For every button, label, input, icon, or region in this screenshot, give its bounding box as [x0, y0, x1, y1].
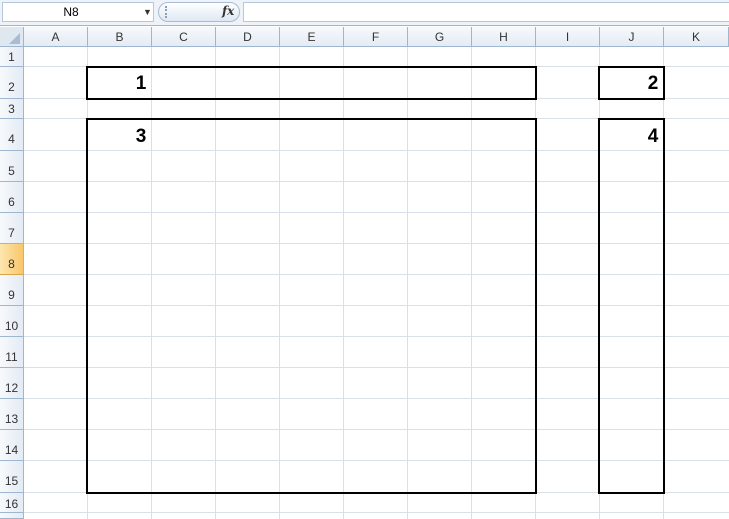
column-header-d[interactable]: D	[216, 27, 280, 47]
row-header-17-partial[interactable]	[0, 513, 24, 519]
formula-input[interactable]	[243, 2, 729, 22]
column-header-b[interactable]: B	[88, 27, 152, 47]
row-header-13[interactable]: 13	[0, 399, 24, 430]
insert-function-icon[interactable]: fx	[222, 4, 234, 18]
row-header-9[interactable]: 9	[0, 275, 24, 306]
row-header-5[interactable]: 5	[0, 151, 24, 182]
row-header-12[interactable]: 12	[0, 368, 24, 399]
grip-icon[interactable]	[165, 6, 171, 18]
column-header-a[interactable]: A	[24, 27, 88, 47]
select-all-triangle-icon	[9, 33, 20, 44]
box-label-4: 4	[647, 126, 659, 147]
row-header-8[interactable]: 8	[0, 244, 24, 275]
name-box-value: N8	[63, 5, 79, 19]
row-header-1[interactable]: 1	[0, 47, 24, 67]
column-header-i[interactable]: I	[536, 27, 600, 47]
select-all-button[interactable]	[0, 27, 24, 47]
row-header-7[interactable]: 7	[0, 213, 24, 244]
row-header-3[interactable]: 3	[0, 99, 24, 119]
row-header-11[interactable]: 11	[0, 337, 24, 368]
name-box[interactable]: N8 ▼	[2, 2, 154, 22]
row-header-6[interactable]: 6	[0, 182, 24, 213]
row-header-14[interactable]: 14	[0, 430, 24, 461]
grid-line-horizontal	[24, 512, 729, 513]
box-label-1: 1	[135, 73, 147, 94]
bordered-range-1[interactable]	[86, 66, 537, 100]
row-header-16[interactable]: 16	[0, 493, 24, 513]
row-header-10[interactable]: 10	[0, 306, 24, 337]
fx-area: fx	[158, 2, 240, 22]
column-header-h[interactable]: H	[472, 27, 536, 47]
row-header-4[interactable]: 4	[0, 119, 24, 151]
column-header-e[interactable]: E	[280, 27, 344, 47]
column-header-g[interactable]: G	[408, 27, 472, 47]
formula-bar: N8 ▼ fx	[0, 0, 729, 26]
bordered-range-4[interactable]	[598, 118, 665, 494]
box-label-2: 2	[647, 73, 659, 94]
column-header-c[interactable]: C	[152, 27, 216, 47]
column-header-f[interactable]: F	[344, 27, 408, 47]
box-label-3: 3	[135, 126, 147, 147]
bordered-range-3[interactable]	[86, 118, 537, 494]
column-header-j[interactable]: J	[600, 27, 664, 47]
column-header-k[interactable]: K	[664, 27, 729, 47]
dropdown-arrow-icon[interactable]: ▼	[143, 7, 152, 17]
row-header-2[interactable]: 2	[0, 67, 24, 99]
row-header-15[interactable]: 15	[0, 461, 24, 493]
